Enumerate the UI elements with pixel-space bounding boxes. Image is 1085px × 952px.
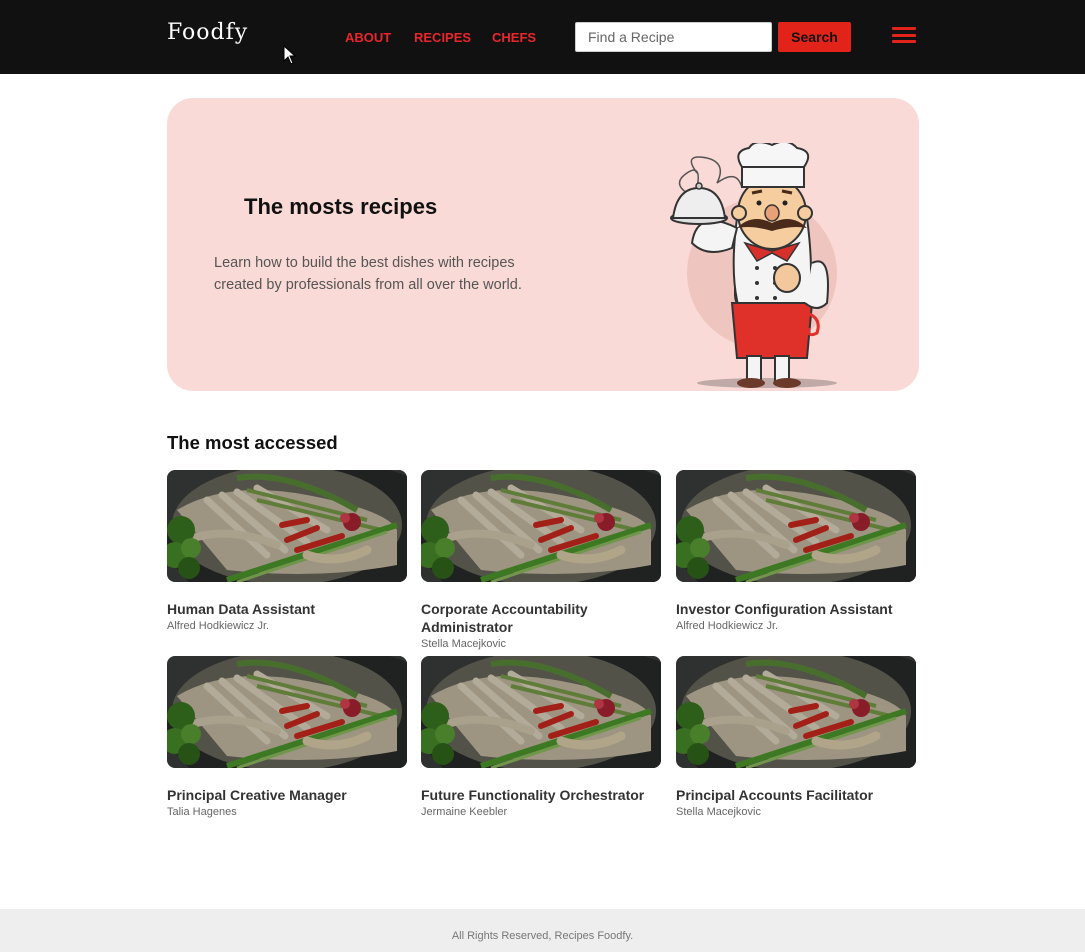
- nav-about-link[interactable]: ABOUT: [345, 30, 391, 45]
- nav-recipes-link[interactable]: RECIPES: [414, 30, 471, 45]
- recipe-title[interactable]: Future Functionality Orchestrator: [421, 786, 661, 804]
- hero-title: The mosts recipes: [244, 194, 438, 219]
- recipe-title[interactable]: Human Data Assistant: [167, 600, 407, 618]
- recipe-image[interactable]: [421, 656, 661, 768]
- recipe-title[interactable]: Corporate Accountability Administrator: [421, 600, 661, 636]
- recipe-title[interactable]: Principal Accounts Facilitator: [676, 786, 916, 804]
- section-title: The most accessed: [167, 432, 338, 453]
- recipe-image[interactable]: [676, 656, 916, 768]
- nav-chefs-link[interactable]: CHEFS: [492, 30, 536, 45]
- recipe-image[interactable]: [421, 470, 661, 582]
- search-button[interactable]: Search: [778, 22, 851, 52]
- recipe-title[interactable]: Principal Creative Manager: [167, 786, 407, 804]
- recipe-card[interactable]: Principal Creative Manager Talia Hagenes: [167, 656, 407, 818]
- hero-banner: The mosts recipes Learn how to build the…: [167, 98, 919, 391]
- hero-description: Learn how to build the best dishes with …: [214, 255, 522, 293]
- top-navbar: Foodfy ABOUT RECIPES CHEFS Search: [0, 0, 1085, 74]
- logo[interactable]: Foodfy: [167, 20, 248, 45]
- recipe-card[interactable]: Corporate Accountability Administrator S…: [421, 470, 661, 650]
- recipe-card[interactable]: Principal Accounts Facilitator Stella Ma…: [676, 656, 916, 818]
- chef-illustration: [670, 143, 837, 388]
- recipe-author: Alfred Hodkiewicz Jr.: [676, 620, 779, 632]
- recipe-image[interactable]: [167, 470, 407, 582]
- recipe-image[interactable]: [676, 470, 916, 582]
- recipe-author: Stella Macejkovic: [676, 806, 761, 818]
- recipe-author: Talia Hagenes: [167, 806, 237, 818]
- mouse-cursor-icon: [283, 45, 297, 65]
- search-input[interactable]: [575, 22, 772, 52]
- recipe-image[interactable]: [167, 656, 407, 768]
- footer-copyright: All Rights Reserved, Recipes Foodfy.: [451, 930, 634, 942]
- recipe-title[interactable]: Investor Configuration Assistant: [676, 600, 916, 618]
- recipe-author: Jermaine Keebler: [421, 806, 508, 818]
- hamburger-menu-icon[interactable]: [892, 26, 916, 44]
- footer: All Rights Reserved, Recipes Foodfy.: [0, 909, 1085, 952]
- recipe-card[interactable]: Future Functionality Orchestrator Jermai…: [421, 656, 661, 818]
- recipe-author: Alfred Hodkiewicz Jr.: [167, 620, 270, 632]
- recipe-card[interactable]: Investor Configuration Assistant Alfred …: [676, 470, 916, 632]
- recipe-author: Stella Macejkovic: [421, 638, 506, 650]
- recipe-card[interactable]: Human Data Assistant Alfred Hodkiewicz J…: [167, 470, 407, 632]
